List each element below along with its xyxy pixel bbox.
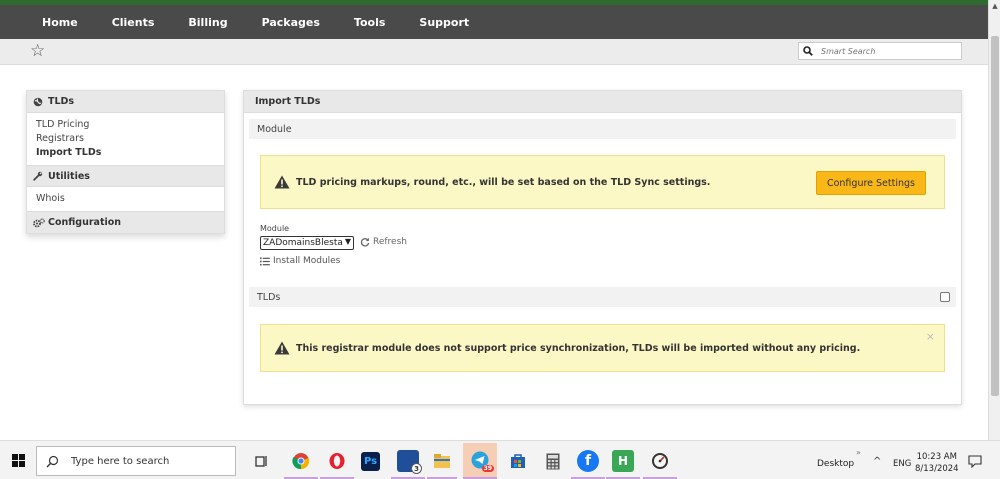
refresh-label: Refresh	[373, 237, 407, 247]
search-icon	[46, 455, 59, 467]
sync-alert-message: This registrar module does not support p…	[296, 342, 861, 354]
nav-home[interactable]: Home	[42, 16, 78, 29]
sidebar-header-label: TLDs	[48, 96, 75, 107]
photoshop-icon[interactable]: Ps	[361, 452, 380, 471]
star-icon[interactable]: ☆	[30, 43, 45, 60]
sidebar: TLDs TLD Pricing Registrars Import TLDs …	[26, 90, 225, 234]
warning-icon	[274, 175, 290, 189]
clock-date: 8/13/2024	[915, 464, 959, 474]
install-modules-label: Install Modules	[273, 256, 341, 266]
module-section-header: Module	[249, 119, 956, 139]
taskbar-search[interactable]: Type here to search	[36, 446, 236, 476]
pricing-alert: TLD pricing markups, round, etc., will b…	[260, 155, 945, 209]
module-select[interactable]: ZADomainsBlesta ▼	[260, 236, 354, 250]
chrome-icon[interactable]	[290, 450, 312, 472]
sidebar-links-utilities: Whois	[27, 187, 224, 211]
sidebar-item-registrars[interactable]: Registrars	[36, 132, 215, 146]
sidebar-header-configuration: Configuration	[27, 211, 224, 233]
sidebar-header-utilities: Utilities	[27, 165, 224, 187]
sidebar-links-tlds: TLD Pricing Registrars Import TLDs	[27, 113, 224, 165]
sidebar-header-label: Utilities	[48, 170, 90, 182]
nav-packages[interactable]: Packages	[262, 16, 320, 29]
sidebar-item-tld-pricing[interactable]: TLD Pricing	[36, 118, 215, 132]
nav-tools[interactable]: Tools	[354, 16, 385, 29]
module-select-value: ZADomainsBlesta	[263, 238, 343, 248]
refresh-icon	[360, 237, 370, 247]
refresh-link[interactable]: Refresh	[360, 237, 407, 247]
file-explorer-icon[interactable]	[431, 450, 453, 472]
speedometer-icon[interactable]	[649, 450, 671, 472]
opera-icon[interactable]	[326, 450, 348, 472]
sidebar-header-tlds: TLDs	[27, 91, 224, 113]
chevron-up-icon[interactable]: ^	[873, 456, 881, 467]
windows-taskbar: Type here to search Ps 3 39 f H Desktop …	[0, 440, 1000, 479]
nav-billing[interactable]: Billing	[188, 16, 227, 29]
smart-search-input[interactable]	[821, 46, 951, 56]
panel-title: Import TLDs	[244, 91, 961, 113]
scroll-thumb[interactable]	[991, 36, 999, 396]
store-icon[interactable]	[507, 450, 529, 472]
desktop-toolbar-label[interactable]: Desktop	[817, 459, 854, 469]
hotspot-icon[interactable]: H	[612, 450, 634, 472]
taskbar-search-placeholder: Type here to search	[71, 455, 170, 467]
clock[interactable]: 10:23 AM 8/13/2024	[915, 451, 959, 475]
tlds-section-header: TLDs	[249, 287, 956, 307]
tlds-section-label: TLDs	[257, 291, 281, 303]
globe-icon	[33, 97, 45, 107]
search-icon	[803, 46, 813, 56]
module-field-label: Module	[260, 224, 290, 233]
clock-time: 10:23 AM	[916, 452, 957, 462]
mail-icon[interactable]: 3	[397, 450, 422, 474]
main-navbar: Home Clients Billing Packages Tools Supp…	[0, 5, 988, 39]
smart-search[interactable]	[798, 42, 962, 60]
chevron-right-double-icon[interactable]: »	[856, 448, 861, 457]
import-tlds-panel: Import TLDs Module TLD pricing markups, …	[243, 90, 962, 405]
module-section-label: Module	[257, 123, 292, 135]
nav-clients[interactable]: Clients	[112, 16, 155, 29]
telegram-icon[interactable]: 39	[463, 443, 497, 477]
chevron-down-icon: ▼	[344, 237, 351, 246]
page-scrollbar[interactable]: ▲	[988, 0, 1000, 440]
calculator-icon[interactable]	[542, 450, 564, 472]
close-icon[interactable]: ×	[926, 330, 935, 343]
select-all-checkbox[interactable]	[940, 292, 950, 302]
sidebar-item-whois[interactable]: Whois	[36, 192, 215, 206]
sidebar-item-import-tlds[interactable]: Import TLDs	[36, 146, 215, 160]
scroll-up-arrow-icon[interactable]: ▲	[989, 0, 1000, 12]
wrench-icon	[33, 171, 45, 181]
telegram-badge: 39	[481, 465, 494, 472]
list-icon	[260, 257, 270, 265]
sidebar-header-label: Configuration	[48, 217, 122, 228]
task-view-icon[interactable]	[250, 450, 272, 472]
configure-settings-button[interactable]: Configure Settings	[815, 171, 926, 195]
mail-badge: 3	[411, 463, 422, 474]
pricing-alert-message: TLD pricing markups, round, etc., will b…	[296, 176, 711, 188]
warning-icon	[274, 341, 290, 355]
nav-support[interactable]: Support	[419, 16, 469, 29]
facebook-icon[interactable]: f	[577, 450, 599, 472]
language-indicator[interactable]: ENG	[893, 459, 911, 469]
windows-start-icon[interactable]	[12, 454, 25, 467]
sync-alert: This registrar module does not support p…	[260, 324, 945, 372]
install-modules-link[interactable]: Install Modules	[260, 256, 340, 266]
notification-icon[interactable]	[968, 455, 982, 468]
sub-toolbar: ☆	[0, 39, 988, 65]
gears-icon	[33, 217, 45, 228]
